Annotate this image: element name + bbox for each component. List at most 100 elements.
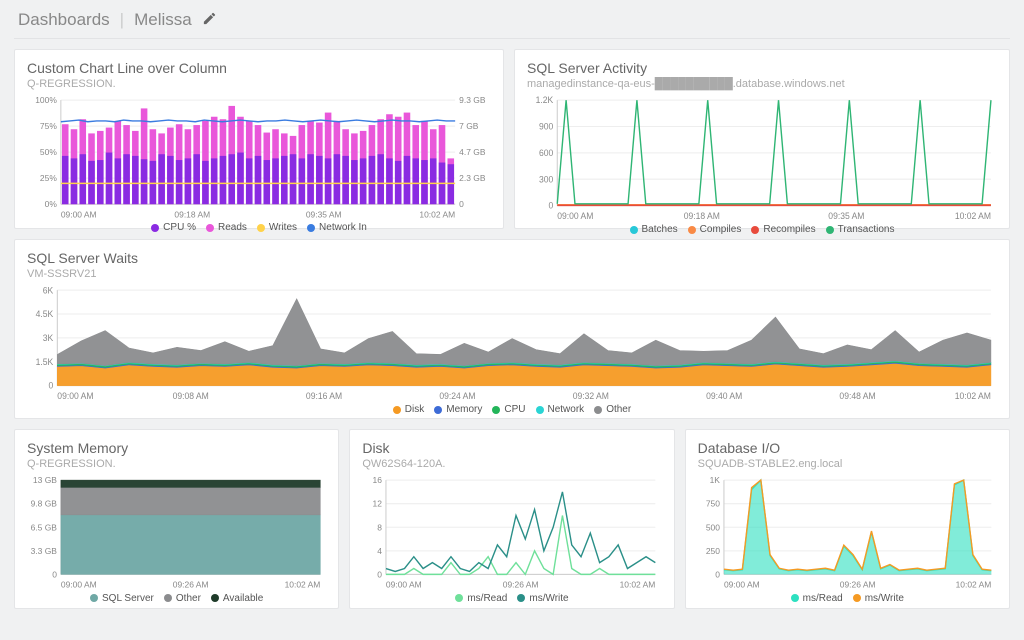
card-subtitle: QW62S64-120A. xyxy=(362,458,661,470)
card-subtitle: managedinstance-qa-eus-██████████.databa… xyxy=(527,78,997,90)
svg-text:10:02 AM: 10:02 AM xyxy=(955,580,991,589)
legend-item[interactable]: Memory xyxy=(434,404,482,415)
divider xyxy=(14,38,1010,39)
svg-text:0: 0 xyxy=(459,199,464,209)
svg-text:09:16 AM: 09:16 AM xyxy=(306,391,342,400)
svg-text:09:35 AM: 09:35 AM xyxy=(306,209,342,218)
svg-text:09:32 AM: 09:32 AM xyxy=(573,391,609,400)
crumb-separator: | xyxy=(120,10,124,30)
svg-text:09:00 AM: 09:00 AM xyxy=(724,580,760,589)
svg-text:09:26 AM: 09:26 AM xyxy=(173,580,209,589)
card-subtitle: SQUADB-STABLE2.eng.local xyxy=(698,458,997,470)
card-subtitle: Q-REGRESSION. xyxy=(27,458,326,470)
svg-text:4.7 GB: 4.7 GB xyxy=(459,147,486,157)
svg-text:2.3 GB: 2.3 GB xyxy=(459,173,486,183)
legend-item[interactable]: Network In xyxy=(307,222,367,233)
legend-item[interactable]: SQL Server xyxy=(90,593,154,604)
card-title: Custom Chart Line over Column xyxy=(27,60,491,76)
svg-text:4.5K: 4.5K xyxy=(36,309,54,319)
svg-text:900: 900 xyxy=(539,121,553,131)
svg-text:50%: 50% xyxy=(40,147,57,157)
svg-text:09:18 AM: 09:18 AM xyxy=(684,211,720,220)
svg-text:250: 250 xyxy=(705,546,719,556)
legend-item[interactable]: Recompiles xyxy=(751,224,815,235)
card-title: Disk xyxy=(362,440,661,456)
legend-item[interactable]: ms/Write xyxy=(517,593,568,604)
card-custom-chart[interactable]: Custom Chart Line over Column Q-REGRESSI… xyxy=(14,49,504,229)
svg-text:0: 0 xyxy=(548,201,553,211)
card-disk[interactable]: Disk QW62S64-120A. 048121609:00 AM09:26 … xyxy=(349,429,674,609)
svg-text:3K: 3K xyxy=(43,333,54,343)
legend: SQL Server Other Available xyxy=(27,593,326,604)
svg-text:09:00 AM: 09:00 AM xyxy=(61,209,97,218)
svg-text:9.3 GB: 9.3 GB xyxy=(459,96,486,105)
legend-item[interactable]: Reads xyxy=(206,222,247,233)
svg-text:7 GB: 7 GB xyxy=(459,121,479,131)
breadcrumb: Dashboards | Melissa xyxy=(0,0,1024,38)
svg-text:10:02 AM: 10:02 AM xyxy=(955,391,991,400)
svg-text:0%: 0% xyxy=(45,199,58,209)
legend: Disk Memory CPU Network Other xyxy=(27,404,997,415)
legend-item[interactable]: CPU xyxy=(492,404,525,415)
svg-text:1K: 1K xyxy=(709,476,720,485)
legend-item[interactable]: Transactions xyxy=(826,224,895,235)
svg-text:09:24 AM: 09:24 AM xyxy=(439,391,475,400)
svg-text:10:02 AM: 10:02 AM xyxy=(285,580,321,589)
svg-text:0: 0 xyxy=(715,569,720,579)
pencil-icon[interactable] xyxy=(202,11,217,29)
svg-text:75%: 75% xyxy=(40,121,57,131)
svg-text:0: 0 xyxy=(378,569,383,579)
legend-item[interactable]: Compiles xyxy=(688,224,742,235)
legend-item[interactable]: ms/Read xyxy=(455,593,507,604)
legend: CPU % Reads Writes Network In xyxy=(27,222,491,233)
legend-item[interactable]: Other xyxy=(164,593,201,604)
svg-text:09:18 AM: 09:18 AM xyxy=(174,209,210,218)
svg-text:300: 300 xyxy=(539,174,553,184)
svg-text:10:02 AM: 10:02 AM xyxy=(955,211,991,220)
card-sql-activity[interactable]: SQL Server Activity managedinstance-qa-e… xyxy=(514,49,1010,229)
legend-item[interactable]: Other xyxy=(594,404,631,415)
svg-text:16: 16 xyxy=(373,476,383,485)
svg-text:1.5K: 1.5K xyxy=(36,357,54,367)
card-title: SQL Server Activity xyxy=(527,60,997,76)
card-title: SQL Server Waits xyxy=(27,250,997,266)
card-system-memory[interactable]: System Memory Q-REGRESSION. 0 3.3 GB 6.5 G… xyxy=(14,429,339,609)
card-subtitle: VM-SSSRV21 xyxy=(27,268,997,280)
svg-text:8: 8 xyxy=(378,522,383,532)
svg-text:10:02 AM: 10:02 AM xyxy=(620,580,656,589)
svg-text:600: 600 xyxy=(539,148,553,158)
svg-text:09:40 AM: 09:40 AM xyxy=(706,391,742,400)
svg-text:9.8 GB: 9.8 GB xyxy=(31,499,58,509)
legend-item[interactable]: Batches xyxy=(630,224,678,235)
legend-item[interactable]: ms/Write xyxy=(853,593,904,604)
legend-item[interactable]: Disk xyxy=(393,404,424,415)
legend-item[interactable]: CPU % xyxy=(151,222,196,233)
legend-item[interactable]: Network xyxy=(536,404,585,415)
legend-item[interactable]: Writes xyxy=(257,222,297,233)
crumb-dashboard-name: Melissa xyxy=(134,10,192,30)
card-database-io[interactable]: Database I/O SQUADB-STABLE2.eng.local 0 2… xyxy=(685,429,1010,609)
legend: Batches Compiles Recompiles Transactions xyxy=(527,224,997,235)
card-sql-waits[interactable]: SQL Server Waits VM-SSSRV21 01.5K3K4.5K6… xyxy=(14,239,1010,419)
svg-text:3.3 GB: 3.3 GB xyxy=(31,546,58,556)
svg-text:4: 4 xyxy=(378,546,383,556)
card-title: System Memory xyxy=(27,440,326,456)
svg-text:25%: 25% xyxy=(40,173,57,183)
svg-text:09:08 AM: 09:08 AM xyxy=(173,391,209,400)
svg-text:09:48 AM: 09:48 AM xyxy=(839,391,875,400)
svg-text:500: 500 xyxy=(705,522,719,532)
card-subtitle: Q-REGRESSION. xyxy=(27,78,491,90)
crumb-root[interactable]: Dashboards xyxy=(18,10,110,30)
svg-text:09:00 AM: 09:00 AM xyxy=(557,211,593,220)
svg-text:6.5 GB: 6.5 GB xyxy=(31,522,58,532)
svg-text:09:26 AM: 09:26 AM xyxy=(503,580,539,589)
card-title: Database I/O xyxy=(698,440,997,456)
svg-text:09:00 AM: 09:00 AM xyxy=(57,391,93,400)
svg-text:10:02 AM: 10:02 AM xyxy=(419,209,455,218)
svg-text:0: 0 xyxy=(52,569,57,579)
svg-text:09:00 AM: 09:00 AM xyxy=(386,580,422,589)
legend-item[interactable]: ms/Read xyxy=(791,593,843,604)
svg-text:0: 0 xyxy=(48,381,53,391)
legend-item[interactable]: Available xyxy=(211,593,263,604)
svg-text:1.2K: 1.2K xyxy=(536,96,554,105)
